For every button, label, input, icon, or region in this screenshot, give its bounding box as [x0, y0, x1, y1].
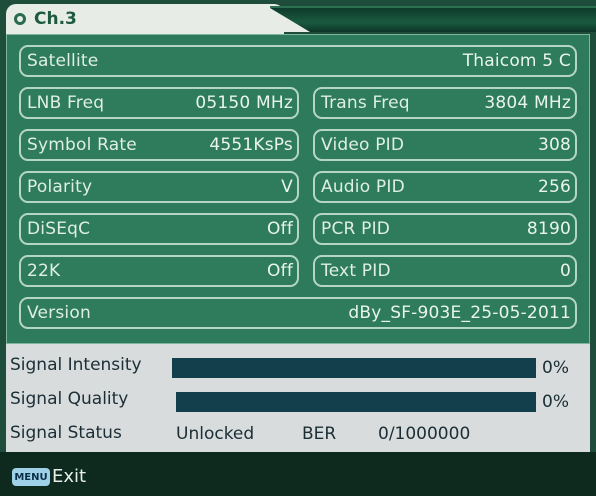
signal-quality-row: Signal Quality: [10, 386, 128, 412]
video-pid-field: Video PID 308: [313, 129, 577, 161]
channel-label: Ch.3: [34, 9, 77, 29]
signal-status-row: Signal Status: [10, 420, 122, 446]
polarity-field: Polarity V: [19, 171, 299, 203]
exit-label: Exit: [52, 466, 87, 487]
trans-freq-field: Trans Freq 3804 MHz: [313, 87, 577, 119]
22k-value: Off: [267, 261, 293, 281]
22k-field: 22K Off: [19, 255, 299, 287]
signal-intensity-row: Signal Intensity: [10, 352, 142, 378]
satellite-value: Thaicom 5 C: [462, 51, 571, 71]
version-value: dBy_SF-903E_25-05-2011: [348, 303, 571, 323]
polarity-value: V: [281, 177, 293, 197]
satellite-label: Satellite: [27, 51, 99, 71]
video-pid-value: 308: [537, 135, 571, 155]
symbol-rate-field: Symbol Rate 4551KsPs: [19, 129, 299, 161]
signal-area: Signal Intensity 0% Signal Quality 0% Si…: [6, 344, 590, 452]
text-pid-label: Text PID: [321, 261, 391, 281]
audio-pid-label: Audio PID: [321, 177, 405, 197]
diseqc-field: DiSEqC Off: [19, 213, 299, 245]
version-field: Version dBy_SF-903E_25-05-2011: [19, 297, 577, 329]
diseqc-value: Off: [267, 219, 293, 239]
version-label: Version: [27, 303, 91, 323]
text-pid-value: 0: [559, 261, 571, 281]
pcr-pid-field: PCR PID 8190: [313, 213, 577, 245]
ber-value: 0/1000000: [378, 424, 471, 444]
footer-bar: MENU Exit: [0, 452, 596, 496]
22k-label: 22K: [27, 261, 61, 281]
signal-status-label: Signal Status: [10, 423, 122, 443]
pcr-pid-value: 8190: [526, 219, 571, 239]
channel-info-screen: Ch.3 Satellite Thaicom 5 C LNB Freq 0515…: [0, 0, 596, 496]
text-pid-field: Text PID 0: [313, 255, 577, 287]
signal-intensity-bar: [172, 358, 536, 378]
symbol-rate-label: Symbol Rate: [27, 135, 137, 155]
info-panel: Satellite Thaicom 5 C LNB Freq 05150 MHz…: [6, 34, 590, 344]
trans-freq-value: 3804 MHz: [484, 93, 571, 113]
video-pid-label: Video PID: [321, 135, 405, 155]
satellite-field: Satellite Thaicom 5 C: [19, 45, 577, 77]
lnb-freq-field: LNB Freq 05150 MHz: [19, 87, 299, 119]
diseqc-label: DiSEqC: [27, 219, 91, 239]
signal-quality-bar: [176, 392, 536, 412]
signal-quality-percent: 0%: [542, 392, 569, 412]
title-strip: [270, 6, 596, 32]
lnb-freq-label: LNB Freq: [27, 93, 105, 113]
audio-pid-value: 256: [537, 177, 571, 197]
signal-status-value: Unlocked: [176, 424, 255, 444]
channel-title-tab: Ch.3: [6, 4, 284, 34]
symbol-rate-value: 4551KsPs: [209, 135, 293, 155]
signal-intensity-percent: 0%: [542, 358, 569, 378]
menu-key-icon[interactable]: MENU: [12, 468, 50, 486]
polarity-label: Polarity: [27, 177, 93, 197]
pcr-pid-label: PCR PID: [321, 219, 391, 239]
ber-label: BER: [302, 424, 337, 444]
lnb-freq-value: 05150 MHz: [195, 93, 293, 113]
channel-icon: [14, 13, 26, 25]
signal-quality-label: Signal Quality: [10, 389, 129, 409]
audio-pid-field: Audio PID 256: [313, 171, 577, 203]
signal-intensity-label: Signal Intensity: [10, 355, 142, 375]
trans-freq-label: Trans Freq: [321, 93, 410, 113]
